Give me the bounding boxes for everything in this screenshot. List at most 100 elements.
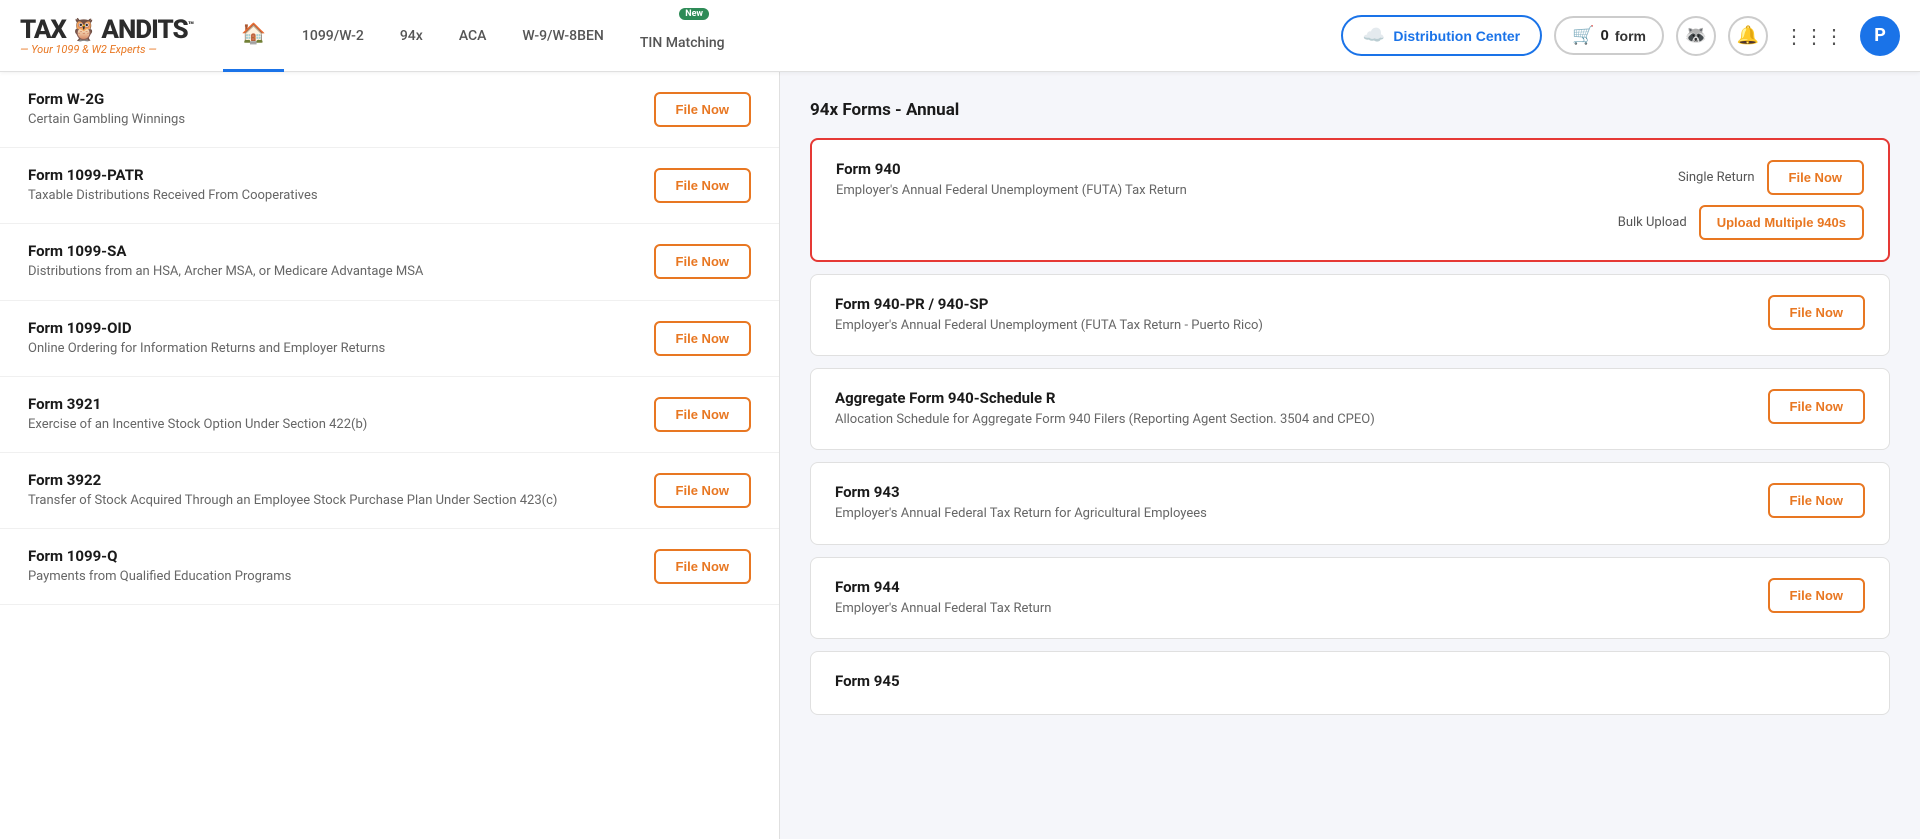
distribution-center-button[interactable]: ☁️ Distribution Center <box>1341 15 1542 56</box>
grid-icon: ⋮⋮⋮ <box>1784 24 1844 48</box>
file-now-button[interactable]: File Now <box>654 549 751 584</box>
form-card: Aggregate Form 940-Schedule R Allocation… <box>810 368 1890 450</box>
main-nav: 🏠 1099/W-2 94x ACA W-9/W-8BEN New TIN Ma… <box>223 0 1341 72</box>
form-card: Form 944 Employer's Annual Federal Tax R… <box>810 557 1890 639</box>
header: TAX 🦉 ANDITS™ — Your 1099 & W2 Experts —… <box>0 0 1920 72</box>
form-desc: Payments from Qualified Education Progra… <box>28 568 634 586</box>
form-card-left: Form 943 Employer's Annual Federal Tax R… <box>835 483 1768 523</box>
form-desc: Distributions from an HSA, Archer MSA, o… <box>28 263 634 281</box>
single-return-row: Single Return File Now <box>1678 160 1864 195</box>
form-desc: Online Ordering for Information Returns … <box>28 340 634 358</box>
file-now-button[interactable]: File Now <box>1768 295 1865 330</box>
nav-item-home[interactable]: 🏠 <box>223 0 284 72</box>
form-card-right: File Now <box>1768 483 1865 518</box>
nav-item-tin[interactable]: New TIN Matching <box>622 0 743 72</box>
form-row: Form 1099-OID Online Ordering for Inform… <box>0 301 779 377</box>
avatar-letter: P <box>1874 25 1886 46</box>
section-title: 94x Forms - Annual <box>810 100 1890 120</box>
cloud-upload-icon: ☁️ <box>1363 25 1385 46</box>
form-info: Form 1099-PATR Taxable Distributions Rec… <box>28 166 634 205</box>
main-content: Form W-2G Certain Gambling Winnings File… <box>0 72 1920 839</box>
form-desc: Transfer of Stock Acquired Through an Em… <box>28 492 634 510</box>
file-now-button[interactable]: File Now <box>654 321 751 356</box>
form-card-right: File Now <box>1768 578 1865 613</box>
form-row: Form 3922 Transfer of Stock Acquired Thr… <box>0 453 779 529</box>
account-icon: 🦝 <box>1685 25 1707 46</box>
file-now-button[interactable]: File Now <box>1768 483 1865 518</box>
form-name: Form 1099-PATR <box>28 166 634 184</box>
nav-item-aca[interactable]: ACA <box>441 0 505 72</box>
form-card-left: Form 940 Employer's Annual Federal Unemp… <box>836 160 1618 200</box>
apps-grid-button[interactable]: ⋮⋮⋮ <box>1780 20 1848 52</box>
form-info: Form W-2G Certain Gambling Winnings <box>28 90 634 129</box>
form-card-name: Aggregate Form 940-Schedule R <box>835 389 1768 407</box>
form-name: Form 1099-Q <box>28 547 634 565</box>
form-desc: Exercise of an Incentive Stock Option Un… <box>28 416 634 434</box>
form-name: Form 1099-OID <box>28 319 634 337</box>
right-panel: 94x Forms - Annual Form 940 Employer's A… <box>780 72 1920 839</box>
form-card-desc: Employer's Annual Federal Unemployment (… <box>836 182 1618 200</box>
header-actions: ☁️ Distribution Center 🛒 0 form 🦝 🔔 ⋮⋮⋮ … <box>1341 15 1900 56</box>
nav-item-94x[interactable]: 94x <box>382 0 441 72</box>
nav-label-94x: 94x <box>400 28 423 44</box>
form-name: Form 3921 <box>28 395 634 413</box>
file-now-button[interactable]: File Now <box>1768 389 1865 424</box>
file-now-button[interactable]: File Now <box>654 92 751 127</box>
form-name: Form 3922 <box>28 471 634 489</box>
nav-label-w9: W-9/W-8BEN <box>522 28 603 44</box>
left-panel: Form W-2G Certain Gambling Winnings File… <box>0 72 780 839</box>
form-card-desc: Employer's Annual Federal Tax Return for… <box>835 505 1768 523</box>
form-desc: Certain Gambling Winnings <box>28 111 634 129</box>
cart-label: form <box>1615 28 1646 44</box>
file-now-button[interactable]: File Now <box>1768 578 1865 613</box>
form-card-body: Form 940-PR / 940-SP Employer's Annual F… <box>835 295 1865 335</box>
form-info: Form 1099-OID Online Ordering for Inform… <box>28 319 634 358</box>
bulk-upload-row: Bulk Upload Upload Multiple 940s <box>1618 205 1864 240</box>
logo-text-tax: TAX <box>20 15 66 45</box>
form-card-right: File Now <box>1768 389 1865 424</box>
form-desc: Taxable Distributions Received From Coop… <box>28 187 634 205</box>
user-avatar-button[interactable]: P <box>1860 16 1900 56</box>
form-card: Form 940 Employer's Annual Federal Unemp… <box>810 138 1890 262</box>
cart-count: 0 <box>1601 27 1609 44</box>
logo-text-andits: ANDITS™ <box>101 15 193 45</box>
file-now-button[interactable]: File Now <box>1767 160 1864 195</box>
form-card-name: Form 944 <box>835 578 1768 596</box>
form-card-desc: Employer's Annual Federal Tax Return <box>835 600 1768 618</box>
nav-item-w9[interactable]: W-9/W-8BEN <box>504 0 621 72</box>
form-info: Form 3922 Transfer of Stock Acquired Thr… <box>28 471 634 510</box>
form-info: Form 3921 Exercise of an Incentive Stock… <box>28 395 634 434</box>
card-actions: Single Return File Now Bulk Upload Uploa… <box>1618 160 1864 240</box>
form-card-left: Form 940-PR / 940-SP Employer's Annual F… <box>835 295 1768 335</box>
single-return-label: Single Return <box>1678 170 1755 185</box>
form-name: Form W-2G <box>28 90 634 108</box>
form-card-body: Form 940 Employer's Annual Federal Unemp… <box>836 160 1864 240</box>
form-card-name: Form 940-PR / 940-SP <box>835 295 1768 313</box>
file-now-button[interactable]: File Now <box>654 473 751 508</box>
form-card-name: Form 943 <box>835 483 1768 501</box>
home-icon: 🏠 <box>241 21 266 45</box>
nav-label-aca: ACA <box>459 28 487 44</box>
form-card-body: Form 943 Employer's Annual Federal Tax R… <box>835 483 1865 523</box>
file-now-button[interactable]: File Now <box>654 168 751 203</box>
upload-multiple-button[interactable]: Upload Multiple 940s <box>1699 205 1864 240</box>
form-card-left: Form 944 Employer's Annual Federal Tax R… <box>835 578 1768 618</box>
account-icon-button[interactable]: 🦝 <box>1676 16 1716 56</box>
form-card-body: Form 944 Employer's Annual Federal Tax R… <box>835 578 1865 618</box>
dist-center-label: Distribution Center <box>1393 28 1520 44</box>
file-now-button[interactable]: File Now <box>654 397 751 432</box>
form-row: Form 3921 Exercise of an Incentive Stock… <box>0 377 779 453</box>
form-card-desc: Allocation Schedule for Aggregate Form 9… <box>835 411 1768 429</box>
form-card: Form 940-PR / 940-SP Employer's Annual F… <box>810 274 1890 356</box>
logo-top: TAX 🦉 ANDITS™ <box>20 15 193 45</box>
nav-label-tin: TIN Matching <box>640 35 725 51</box>
form-row: Form 1099-Q Payments from Qualified Educ… <box>0 529 779 605</box>
form-info: Form 1099-SA Distributions from an HSA, … <box>28 242 634 281</box>
nav-item-1099w2[interactable]: 1099/W-2 <box>284 0 382 72</box>
cart-button[interactable]: 🛒 0 form <box>1554 16 1664 55</box>
file-now-button[interactable]: File Now <box>654 244 751 279</box>
bell-icon: 🔔 <box>1737 25 1759 46</box>
form-card-name: Form 945 <box>835 672 1865 690</box>
form-info: Form 1099-Q Payments from Qualified Educ… <box>28 547 634 586</box>
notifications-button[interactable]: 🔔 <box>1728 16 1768 56</box>
